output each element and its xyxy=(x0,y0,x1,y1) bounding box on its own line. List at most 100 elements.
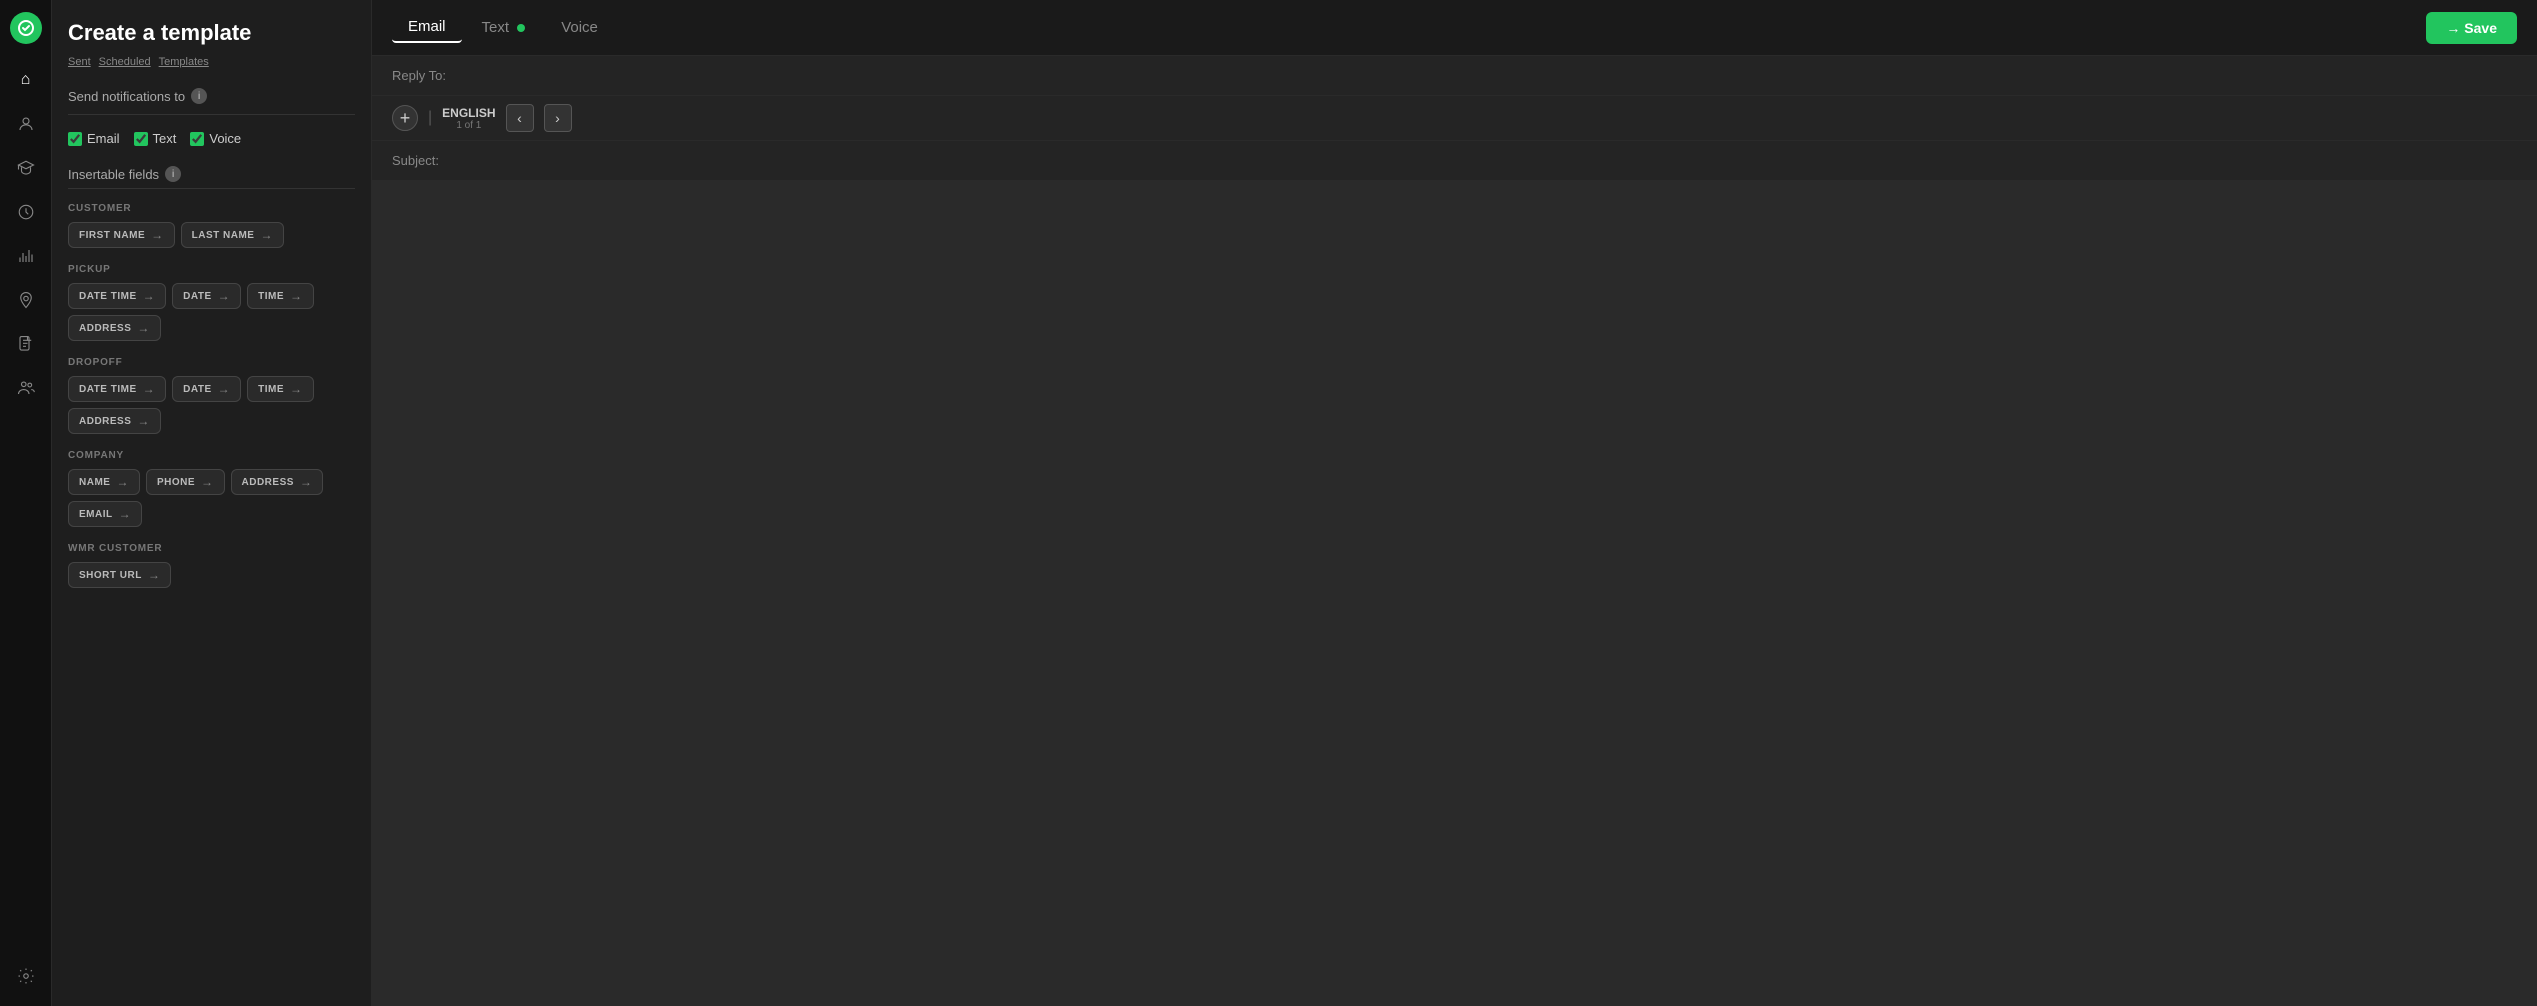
tab-email[interactable]: Email xyxy=(392,12,462,43)
category-wmr-customer: WMR CUSTOMER SHORT URL → xyxy=(68,543,355,588)
app-logo[interactable] xyxy=(10,12,42,44)
customer-fields: FIRST NAME → LAST NAME → xyxy=(68,222,355,248)
language-info: ENGLISH 1 of 1 xyxy=(442,106,495,131)
field-last-name[interactable]: LAST NAME → xyxy=(181,222,284,248)
arrow-icon: → xyxy=(119,507,132,521)
company-fields: NAME → PHONE → ADDRESS → xyxy=(68,469,355,495)
category-dropoff-label: DROPOFF xyxy=(68,357,355,368)
tab-group: Email Text Voice xyxy=(392,12,614,43)
pickup-fields: DATE TIME → DATE → TIME → xyxy=(68,283,355,309)
email-checkbox-label[interactable]: Email xyxy=(68,131,120,146)
save-button[interactable]: → Save xyxy=(2426,12,2517,44)
field-short-url[interactable]: SHORT URL → xyxy=(68,562,171,588)
nav-history[interactable] xyxy=(8,194,44,230)
left-navigation: ⌂ xyxy=(0,0,52,1006)
language-selector: + | ENGLISH 1 of 1 ‹ › xyxy=(372,96,2537,141)
arrow-icon: → xyxy=(137,321,150,335)
send-notifications-info-icon[interactable]: i xyxy=(191,88,207,104)
category-wmr-label: WMR CUSTOMER xyxy=(68,543,355,554)
top-bar: Email Text Voice → Save xyxy=(372,0,2537,56)
field-company-phone[interactable]: PHONE → xyxy=(146,469,225,495)
tab-text[interactable]: Text xyxy=(466,13,542,42)
nav-home[interactable]: ⌂ xyxy=(8,62,44,98)
language-prev-button[interactable]: ‹ xyxy=(506,104,534,132)
sidebar: Create a template Sent Scheduled Templat… xyxy=(52,0,372,1006)
language-next-button[interactable]: › xyxy=(544,104,572,132)
field-dropoff-time[interactable]: TIME → xyxy=(247,376,313,402)
reply-to-row: Reply To: xyxy=(372,56,2537,96)
text-checkbox[interactable] xyxy=(134,132,148,146)
nav-documents[interactable] xyxy=(8,326,44,362)
breadcrumb: Sent Scheduled Templates xyxy=(68,56,355,68)
text-checkbox-label[interactable]: Text xyxy=(134,131,177,146)
voice-checkbox-label[interactable]: Voice xyxy=(190,131,241,146)
field-pickup-address[interactable]: ADDRESS → xyxy=(68,315,161,341)
breadcrumb-scheduled[interactable]: Scheduled xyxy=(99,56,151,68)
company-email-row: EMAIL → xyxy=(68,501,355,527)
field-company-address[interactable]: ADDRESS → xyxy=(231,469,324,495)
breadcrumb-sent[interactable]: Sent xyxy=(68,56,91,68)
category-company-label: COMPANY xyxy=(68,450,355,461)
category-dropoff: DROPOFF DATE TIME → DATE → TIME → ADDRES… xyxy=(68,357,355,434)
language-name: ENGLISH xyxy=(442,106,495,120)
field-pickup-datetime[interactable]: DATE TIME → xyxy=(68,283,166,309)
field-dropoff-address[interactable]: ADDRESS → xyxy=(68,408,161,434)
field-dropoff-datetime[interactable]: DATE TIME → xyxy=(68,376,166,402)
arrow-icon: → xyxy=(116,475,129,489)
field-pickup-time[interactable]: TIME → xyxy=(247,283,313,309)
arrow-icon: → xyxy=(290,382,303,396)
arrow-icon: → xyxy=(300,475,313,489)
voice-checkbox[interactable] xyxy=(190,132,204,146)
arrow-icon: → xyxy=(137,414,150,428)
add-language-button[interactable]: + xyxy=(392,105,418,131)
arrow-icon: → xyxy=(201,475,214,489)
subject-input[interactable] xyxy=(472,153,2517,168)
email-editor: Reply To: + | ENGLISH 1 of 1 ‹ › Subject… xyxy=(372,56,2537,1006)
nav-analytics[interactable] xyxy=(8,238,44,274)
category-pickup-label: PICKUP xyxy=(68,264,355,275)
text-tab-dot xyxy=(517,24,525,32)
send-notifications-label: Send notifications to i xyxy=(68,88,355,104)
reply-to-label: Reply To: xyxy=(392,68,472,83)
field-first-name[interactable]: FIRST NAME → xyxy=(68,222,175,248)
field-company-email[interactable]: EMAIL → xyxy=(68,501,142,527)
arrow-icon: → xyxy=(218,289,231,303)
dropoff-fields: DATE TIME → DATE → TIME → xyxy=(68,376,355,402)
page-title: Create a template xyxy=(68,20,355,46)
reply-to-input[interactable] xyxy=(472,68,2517,83)
category-company: COMPANY NAME → PHONE → ADDRESS → EMAIL → xyxy=(68,450,355,527)
category-customer: CUSTOMER FIRST NAME → LAST NAME → xyxy=(68,203,355,248)
tab-voice[interactable]: Voice xyxy=(545,13,614,42)
notification-channels: Email Text Voice xyxy=(68,131,355,146)
subject-row: Subject: xyxy=(372,141,2537,181)
arrow-icon: → xyxy=(218,382,231,396)
subject-label: Subject: xyxy=(392,153,472,168)
nav-users[interactable] xyxy=(8,106,44,142)
field-dropoff-date[interactable]: DATE → xyxy=(172,376,241,402)
field-pickup-date[interactable]: DATE → xyxy=(172,283,241,309)
breadcrumb-templates[interactable]: Templates xyxy=(159,56,209,68)
category-pickup: PICKUP DATE TIME → DATE → TIME → ADDRESS… xyxy=(68,264,355,341)
lang-divider: | xyxy=(428,109,432,127)
insertable-fields-label: Insertable fields i xyxy=(68,166,355,182)
nav-education[interactable] xyxy=(8,150,44,186)
wmr-fields: SHORT URL → xyxy=(68,562,355,588)
insertable-fields-info-icon[interactable]: i xyxy=(165,166,181,182)
arrow-icon: → xyxy=(143,382,156,396)
nav-team[interactable] xyxy=(8,370,44,406)
pickup-address-row: ADDRESS → xyxy=(68,315,355,341)
dropoff-address-row: ADDRESS → xyxy=(68,408,355,434)
nav-settings[interactable] xyxy=(8,958,44,994)
arrow-icon: → xyxy=(151,228,164,242)
arrow-icon: → xyxy=(148,568,161,582)
email-body-area[interactable] xyxy=(372,181,2537,1006)
field-company-name[interactable]: NAME → xyxy=(68,469,140,495)
language-counter: 1 of 1 xyxy=(442,120,495,131)
email-checkbox[interactable] xyxy=(68,132,82,146)
divider-2 xyxy=(68,188,355,189)
arrow-icon: → xyxy=(143,289,156,303)
arrow-icon: → xyxy=(260,228,273,242)
divider-1 xyxy=(68,114,355,115)
nav-location[interactable] xyxy=(8,282,44,318)
category-customer-label: CUSTOMER xyxy=(68,203,355,214)
